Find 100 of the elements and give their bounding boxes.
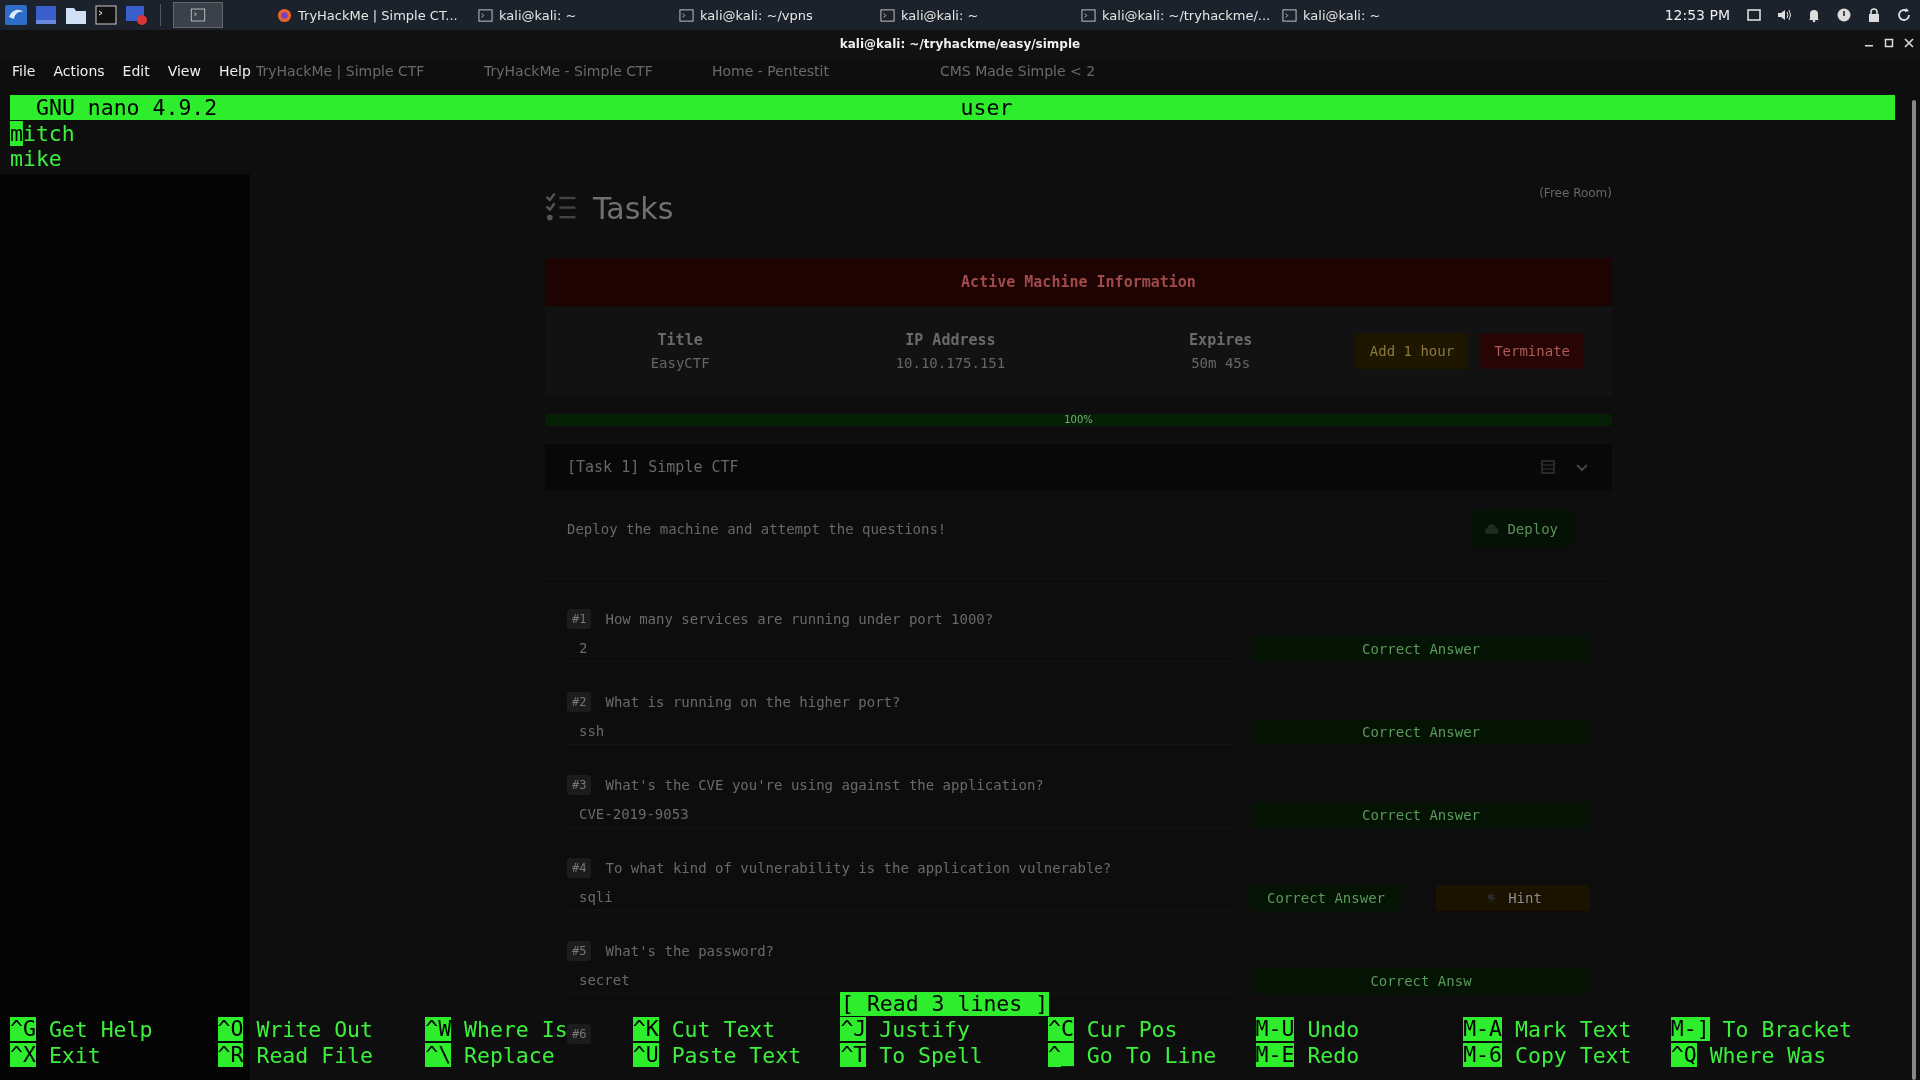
volume-icon[interactable]	[1776, 7, 1792, 23]
taskbar-window[interactable]: kali@kali: ~/tryhackme/...	[1077, 7, 1278, 23]
terminal-button[interactable]	[173, 2, 223, 28]
shortcut-label: Replace	[464, 1042, 555, 1068]
shortcut-key: ^W	[425, 1017, 452, 1041]
menu-item[interactable]: View	[167, 63, 201, 79]
field-value: 10.10.175.151	[895, 355, 1006, 371]
browser-icon	[277, 7, 292, 23]
shortcut-label: Exit	[48, 1042, 101, 1068]
desktop-icon[interactable]	[34, 3, 58, 27]
shortcut-label: Redo	[1307, 1042, 1360, 1068]
question-number: #6	[567, 1024, 592, 1044]
answer-field[interactable]: ssh	[567, 718, 1234, 745]
status-message: [ Read 3 lines ]	[840, 992, 1050, 1016]
answer-button[interactable]: Correct Answer	[1252, 635, 1590, 662]
answer-button[interactable]: Correct Answer	[1252, 718, 1590, 745]
shortcut-key: M-]	[1670, 1017, 1710, 1041]
shortcut-key: ^C	[1047, 1017, 1074, 1041]
browser-tab[interactable]: Home - Pentestit	[712, 63, 912, 79]
terminal-icon	[1081, 7, 1096, 23]
shortcut-label: To Bracket	[1722, 1016, 1853, 1042]
page-heading: Tasks	[593, 190, 674, 226]
deploy-button[interactable]: Deploy	[1470, 510, 1572, 548]
display-icon[interactable]	[1746, 7, 1762, 23]
shortcut-label: Paste Text	[671, 1042, 802, 1068]
question-number: #2	[567, 692, 592, 712]
field-value: EasyCTF	[650, 355, 710, 371]
taskbar-window[interactable]: kali@kali: ~	[474, 7, 675, 23]
answer-button[interactable]: Correct Answer	[1252, 801, 1590, 828]
cloud-icon	[1484, 522, 1500, 536]
answer-button[interactable]: Correct Answ	[1252, 967, 1590, 994]
task-intro: Deploy the machine and attempt the questions!	[567, 521, 947, 537]
shortcut-key: M-6	[1463, 1043, 1502, 1067]
shortcut-key: ^G	[10, 1017, 36, 1041]
file-name: user	[960, 95, 1013, 120]
machine-button[interactable]: Terminate	[1480, 333, 1584, 369]
terminal-icon	[880, 7, 895, 23]
taskbar-window[interactable]: kali@kali: ~	[1278, 7, 1479, 23]
shortcut-key: ^_	[1047, 1043, 1074, 1067]
progress-label: 100%	[1064, 414, 1093, 426]
answer-field[interactable]: sqli	[567, 884, 1234, 911]
maximize-icon[interactable]	[1884, 38, 1894, 48]
shortcut-key: ^O	[217, 1017, 244, 1041]
shortcut-key: ^U	[632, 1043, 659, 1067]
shortcut-label: Cur Pos	[1086, 1016, 1178, 1042]
room-label: (Free Room)	[1539, 186, 1612, 200]
taskbar-window[interactable]: kali@kali: ~/vpns	[675, 7, 876, 23]
dragon-logo-icon[interactable]	[4, 3, 28, 27]
menu-item[interactable]: Edit	[122, 63, 150, 79]
shortcut-label: Mark Text	[1515, 1016, 1632, 1042]
browser-tab[interactable]: TryHackMe - Simple CTF	[484, 63, 684, 79]
machine-button[interactable]: Add 1 hour	[1355, 333, 1469, 369]
shortcut-label: Where Was	[1709, 1042, 1827, 1068]
field-label: Title	[657, 331, 703, 349]
shortcut-label: Go To Line	[1086, 1042, 1217, 1068]
browser-tab[interactable]: CMS Made Simple < 2	[940, 63, 1140, 79]
shortcut-label: Read File	[256, 1042, 373, 1068]
task-title: [Task 1] Simple CTF	[567, 458, 740, 476]
shortcut-key: ^\	[425, 1043, 452, 1067]
shortcut-key: ^Q	[1670, 1043, 1697, 1067]
taskbar-window[interactable]: kali@kali: ~	[876, 7, 1077, 23]
field-label: IP Address	[905, 331, 996, 349]
terminal-icon[interactable]	[94, 3, 118, 27]
question-text: How many services are running under port 1000?	[605, 611, 994, 627]
terminal-icon	[189, 6, 207, 24]
shortcut-label: Undo	[1307, 1016, 1360, 1042]
app-icon[interactable]	[124, 3, 148, 27]
window-title: kali@kali: ~/tryhackme/easy/simple	[839, 37, 1081, 51]
question-number: #3	[567, 775, 592, 795]
terminal-icon	[478, 7, 493, 23]
menu-item[interactable]: Help	[218, 63, 251, 79]
lock-icon[interactable]	[1866, 7, 1882, 23]
shortcut-label: Get Help	[48, 1016, 153, 1042]
answer-field[interactable]: 2	[567, 635, 1234, 662]
question-number: #5	[567, 941, 592, 961]
shortcut-key: ^T	[840, 1043, 867, 1067]
power-icon[interactable]	[1836, 7, 1852, 23]
shortcut-label: To Spell	[879, 1042, 983, 1068]
refresh-icon[interactable]	[1896, 7, 1912, 23]
shortcut-label: Justify	[879, 1016, 970, 1042]
close-icon[interactable]	[1904, 38, 1914, 48]
shortcut-key: ^J	[840, 1017, 867, 1041]
hint-button[interactable]: Hint	[1436, 884, 1590, 911]
shortcut-label: Write Out	[256, 1016, 373, 1042]
menu-item[interactable]: File	[12, 63, 36, 79]
clock[interactable]: 12:53 PM	[1664, 7, 1730, 23]
terminal-icon	[1282, 7, 1297, 23]
shortcut-key: M-U	[1255, 1017, 1295, 1041]
text-line: mike	[10, 146, 62, 171]
scrollbar[interactable]	[1912, 100, 1916, 1080]
question-number: #1	[567, 609, 592, 629]
menu-item[interactable]: Actions	[53, 63, 105, 79]
answer-field[interactable]: CVE-2019-9053	[567, 801, 1234, 828]
taskbar-window[interactable]: TryHackMe | Simple CT...	[273, 7, 474, 23]
answer-button[interactable]: Correct Answer	[1250, 884, 1402, 911]
browser-tab[interactable]: TryHackMe | Simple CTF	[256, 63, 456, 79]
shortcut-key: ^K	[632, 1017, 659, 1041]
nano-version: GNU nano 4.9.2	[36, 95, 218, 120]
question-number: #4	[567, 858, 592, 878]
terminal-icon	[679, 7, 694, 23]
